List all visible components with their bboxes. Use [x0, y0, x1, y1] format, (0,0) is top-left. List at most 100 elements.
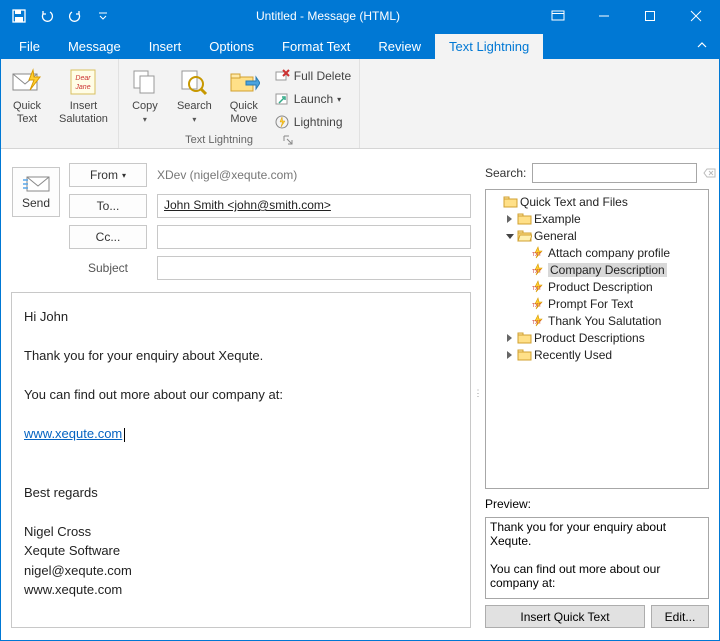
tab-format-text[interactable]: Format Text — [268, 34, 364, 59]
from-value: XDev (nigel@xequte.com) — [157, 168, 297, 182]
svg-text:TXT: TXT — [532, 320, 541, 326]
search-icon — [178, 66, 210, 98]
salutation-note-icon: Dear Jane — [67, 66, 99, 98]
svg-text:TXT: TXT — [532, 303, 541, 309]
folder-arrow-icon — [228, 66, 260, 98]
lightning-text-icon: TXT — [531, 263, 546, 276]
ribbon-group-label: Text Lightning — [185, 134, 253, 146]
quick-text-button[interactable]: Quick Text — [5, 63, 49, 133]
copy-button[interactable]: Copy▾ — [123, 63, 167, 133]
to-button[interactable]: To... — [69, 194, 147, 218]
tab-options[interactable]: Options — [195, 34, 268, 59]
preview-label: Preview: — [485, 497, 709, 511]
expand-icon[interactable] — [504, 349, 515, 360]
maximize-button[interactable] — [627, 1, 673, 31]
ribbon-tab-strip: File Message Insert Options Format Text … — [1, 31, 719, 59]
folder-icon — [517, 331, 532, 344]
to-field[interactable]: John Smith <john@smith.com> — [157, 194, 471, 218]
svg-text:Jane: Jane — [75, 84, 91, 91]
body-link[interactable]: www.xequte.com — [24, 426, 122, 441]
tree-item[interactable]: TXT Product Description — [488, 278, 706, 295]
chevron-down-icon: ▾ — [337, 95, 341, 104]
lightning-icon — [274, 114, 290, 130]
tab-text-lightning[interactable]: Text Lightning — [435, 34, 543, 59]
tab-file[interactable]: File — [5, 34, 54, 59]
app-window: Untitled - Message (HTML) File Message I… — [0, 0, 720, 641]
splitter[interactable]: ⋮ — [475, 159, 481, 628]
send-mail-icon — [23, 174, 49, 192]
collapse-ribbon-button[interactable] — [685, 31, 719, 59]
insert-salutation-button[interactable]: DearJane Insert Salutation — [53, 63, 114, 133]
folder-icon — [503, 195, 518, 208]
ribbon: Quick Text DearJane Insert Salutation Co… — [1, 59, 719, 149]
ribbon-display-button[interactable] — [535, 1, 581, 31]
quick-text-tree[interactable]: Quick Text and Files Example General TXT… — [485, 189, 709, 489]
quick-move-button[interactable]: Quick Move — [222, 63, 266, 133]
tree-root[interactable]: Quick Text and Files — [488, 193, 706, 210]
lightning-button[interactable]: Lightning — [270, 111, 355, 133]
save-button[interactable] — [7, 4, 31, 28]
folder-open-icon — [517, 229, 532, 242]
lightning-text-icon: TXT — [531, 280, 546, 293]
tab-message[interactable]: Message — [54, 34, 135, 59]
content-area: Send From▾ XDev (nigel@xequte.com) To...… — [1, 149, 719, 640]
lightning-text-icon: TXT — [531, 314, 546, 327]
launch-icon — [274, 91, 290, 107]
copy-icon — [129, 66, 161, 98]
svg-text:TXT: TXT — [532, 252, 541, 258]
clear-search-button[interactable] — [703, 165, 717, 181]
quick-text-panel: Search: Quick Text and Files Example — [485, 159, 709, 628]
chevron-down-icon: ▾ — [143, 115, 147, 124]
envelope-lightning-icon — [11, 66, 43, 98]
search-button[interactable]: Search▾ — [171, 63, 218, 133]
svg-text:Dear: Dear — [76, 75, 92, 82]
tree-item[interactable]: TXT Prompt For Text — [488, 295, 706, 312]
undo-button[interactable] — [35, 4, 59, 28]
folder-icon — [517, 212, 532, 225]
folder-icon — [517, 348, 532, 361]
close-button[interactable] — [673, 1, 719, 31]
tree-item-selected[interactable]: TXT Company Description — [488, 261, 706, 278]
window-title: Untitled - Message (HTML) — [121, 9, 535, 23]
minimize-button[interactable] — [581, 1, 627, 31]
preview-box[interactable]: Thank you for your enquiry about Xequte.… — [485, 517, 709, 599]
text-caret — [124, 428, 125, 442]
compose-pane: Send From▾ XDev (nigel@xequte.com) To...… — [11, 159, 471, 628]
tab-review[interactable]: Review — [364, 34, 435, 59]
cc-field[interactable] — [157, 225, 471, 249]
tree-general[interactable]: General — [488, 227, 706, 244]
dialog-launcher-button[interactable] — [283, 135, 293, 145]
tab-insert[interactable]: Insert — [135, 34, 196, 59]
delete-x-icon — [274, 68, 290, 84]
svg-text:TXT: TXT — [532, 286, 541, 292]
tree-item[interactable]: TXT Attach company profile — [488, 244, 706, 261]
insert-quick-text-button[interactable]: Insert Quick Text — [485, 605, 645, 628]
svg-text:TXT: TXT — [532, 269, 541, 275]
from-button[interactable]: From▾ — [69, 163, 147, 187]
expand-icon[interactable] — [504, 213, 515, 224]
message-body[interactable]: Hi John Thank you for your enquiry about… — [11, 292, 471, 628]
cc-button[interactable]: Cc... — [69, 225, 147, 249]
lightning-text-icon: TXT — [531, 246, 546, 259]
tree-example[interactable]: Example — [488, 210, 706, 227]
subject-field[interactable] — [157, 256, 471, 280]
launch-button[interactable]: Launch ▾ — [270, 88, 355, 110]
chevron-down-icon: ▾ — [122, 171, 126, 180]
expand-icon[interactable] — [504, 332, 515, 343]
search-label: Search: — [485, 166, 526, 180]
qat-customize-button[interactable] — [91, 4, 115, 28]
edit-button[interactable]: Edit... — [651, 605, 709, 628]
send-button[interactable]: Send — [12, 167, 60, 217]
tree-product-descriptions[interactable]: Product Descriptions — [488, 329, 706, 346]
lightning-text-icon: TXT — [531, 297, 546, 310]
redo-button[interactable] — [63, 4, 87, 28]
tree-item[interactable]: TXT Thank You Salutation — [488, 312, 706, 329]
title-bar: Untitled - Message (HTML) — [1, 1, 719, 31]
quick-access-toolbar — [1, 4, 121, 28]
chevron-down-icon: ▾ — [192, 115, 196, 124]
subject-label: Subject — [69, 261, 147, 275]
search-input[interactable] — [532, 163, 697, 183]
full-delete-button[interactable]: Full Delete — [270, 65, 355, 87]
collapse-icon[interactable] — [504, 230, 515, 241]
tree-recently-used[interactable]: Recently Used — [488, 346, 706, 363]
